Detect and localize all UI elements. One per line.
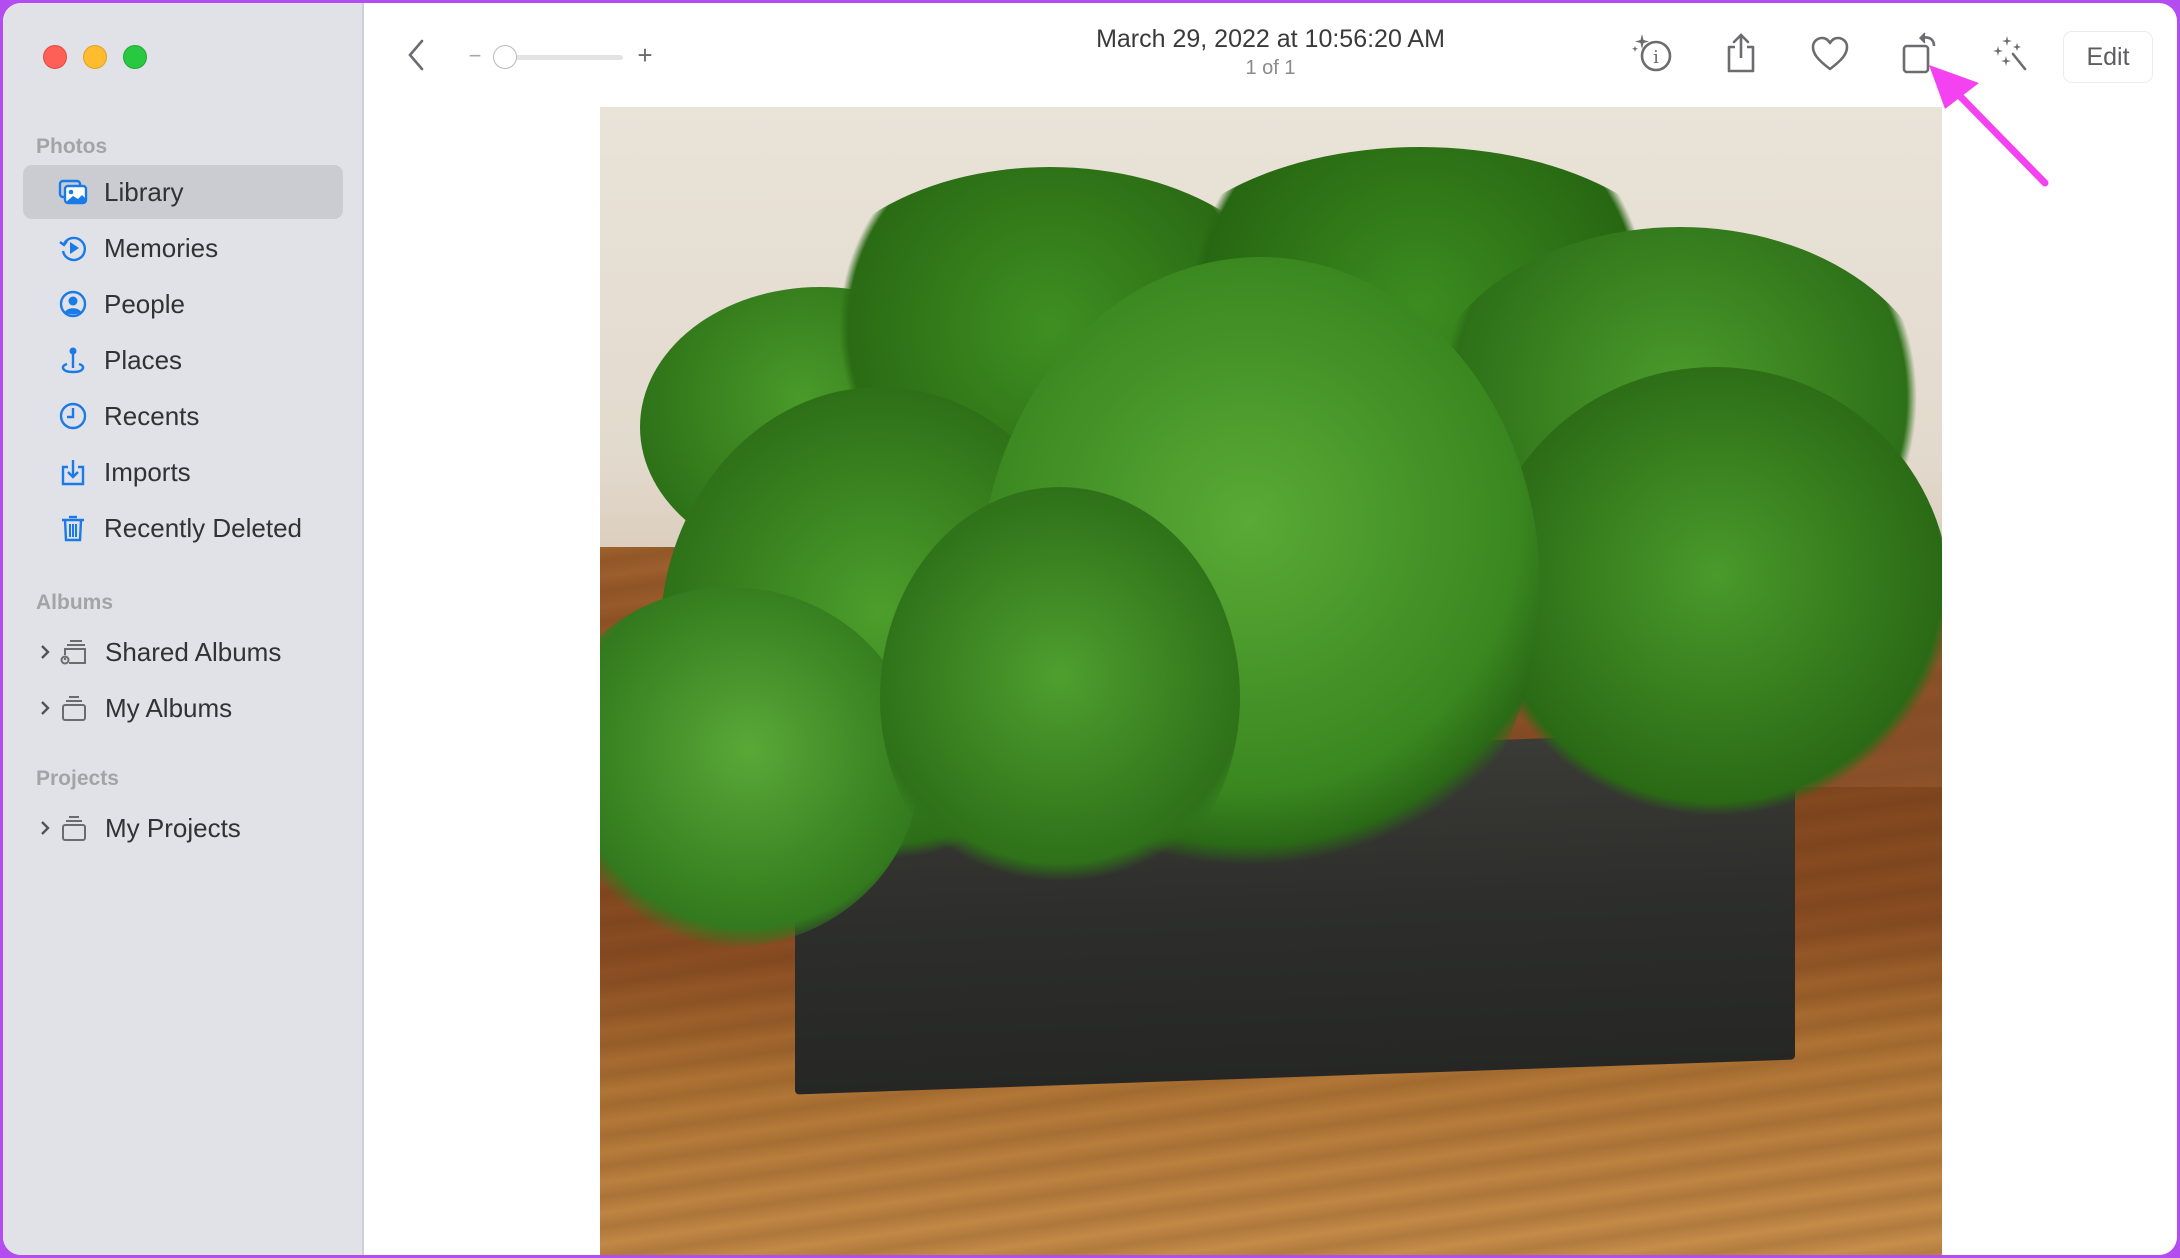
sidebar-item-library[interactable]: Library (23, 165, 343, 219)
chevron-right-icon[interactable] (35, 643, 55, 661)
share-button[interactable] (1719, 29, 1763, 81)
recents-icon (56, 399, 90, 433)
section-label-albums: Albums (36, 591, 114, 614)
info-button[interactable]: i (1629, 31, 1679, 81)
window-controls (43, 45, 147, 69)
sidebar-item-imports[interactable]: Imports (23, 445, 343, 499)
info-sparkle-icon: i (1632, 32, 1676, 81)
sidebar: Photos Library Memories People Places Re… (3, 3, 364, 1255)
favorite-button[interactable] (1807, 33, 1853, 79)
heart-icon (1810, 36, 1850, 77)
sidebar-item-label: Recents (104, 400, 200, 431)
minimize-button[interactable] (83, 45, 107, 69)
zoom-button[interactable] (123, 45, 147, 69)
sidebar-item-label: People (104, 288, 185, 319)
magic-wand-icon (1991, 34, 2031, 79)
chevron-right-icon[interactable] (35, 819, 55, 837)
zoom-out-button[interactable]: − (464, 41, 486, 71)
zoom-knob[interactable] (493, 45, 517, 69)
sidebar-item-label: Memories (104, 232, 219, 263)
sidebar-item-label: Places (104, 344, 183, 375)
album-stack-icon (57, 691, 91, 725)
places-icon (56, 343, 90, 377)
memories-icon (56, 231, 90, 265)
share-icon (1723, 31, 1759, 80)
photo-viewer[interactable] (600, 107, 1942, 1255)
back-button[interactable] (398, 37, 434, 77)
section-label-photos: Photos (36, 135, 108, 158)
svg-text:i: i (1653, 47, 1659, 68)
sidebar-item-recently-deleted[interactable]: Recently Deleted (23, 501, 343, 555)
people-icon (56, 287, 90, 321)
sidebar-item-places[interactable]: Places (23, 333, 343, 387)
trash-icon (56, 511, 90, 545)
photos-window: Photos Library Memories People Places Re… (3, 3, 2177, 1255)
sidebar-item-people[interactable]: People (23, 277, 343, 331)
edit-button[interactable]: Edit (2063, 31, 2153, 83)
toolbar: − + March 29, 2022 at 10:56:20 AM 1 of 1… (364, 3, 2177, 108)
sidebar-item-label: Library (104, 176, 184, 207)
chevron-left-icon (406, 38, 426, 77)
shared-album-icon (57, 635, 91, 669)
rotate-button[interactable] (1898, 29, 1944, 81)
imports-icon (56, 455, 90, 489)
chevron-right-icon[interactable] (35, 699, 55, 717)
photo-date-title: March 29, 2022 at 10:56:20 AM (1096, 25, 1445, 53)
sidebar-item-label: Imports (104, 456, 191, 487)
sidebar-item-label: Recently Deleted (104, 512, 302, 543)
enhance-button[interactable] (1988, 33, 2034, 79)
sidebar-item-memories[interactable]: Memories (23, 221, 343, 275)
section-label-projects: Projects (36, 767, 119, 790)
zoom-track[interactable] (501, 55, 623, 60)
close-button[interactable] (43, 45, 67, 69)
sidebar-item-my-projects[interactable]: My Projects (23, 801, 343, 855)
album-stack-icon (57, 811, 91, 845)
zoom-in-button[interactable]: + (632, 39, 658, 71)
sidebar-item-label: My Albums (105, 692, 233, 723)
sidebar-item-label: My Projects (105, 812, 241, 843)
sidebar-item-label: Shared Albums (105, 636, 282, 667)
rotate-icon (1900, 30, 1942, 81)
sidebar-item-my-albums[interactable]: My Albums (23, 681, 343, 735)
sidebar-item-shared-albums[interactable]: Shared Albums (23, 625, 343, 679)
sidebar-item-recents[interactable]: Recents (23, 389, 343, 443)
library-icon (56, 175, 90, 209)
